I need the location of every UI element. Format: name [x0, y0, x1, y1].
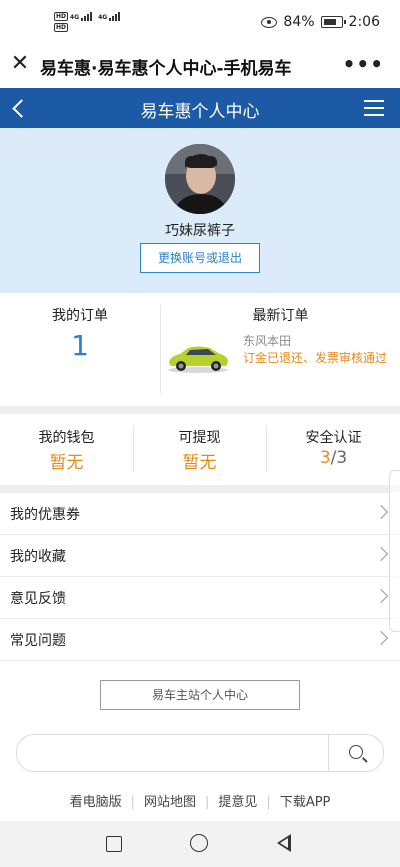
divider — [328, 735, 329, 771]
signal-icon-2 — [109, 12, 121, 21]
list-item-faq[interactable]: 常见问题 — [0, 619, 400, 661]
order-status: 订金已退还、发票审核通过 — [243, 351, 388, 365]
search-bar — [16, 734, 384, 772]
menu-icon[interactable] — [364, 100, 384, 116]
status-right: 84% 2:06 — [261, 14, 380, 30]
signal-icon — [81, 12, 93, 21]
security-value: 3/3 — [319, 448, 348, 468]
withdrawable-item[interactable]: 可提现 暂无 — [133, 414, 266, 485]
wallet-section: 我的钱包 暂无 可提现 暂无 安全认证 3/3 — [0, 414, 400, 485]
wallet-value: 暂无 — [49, 453, 84, 473]
list-item-feedback[interactable]: 意见反馈 — [0, 577, 400, 619]
browser-bar: ✕ 易车惠·易车惠个人中心-手机易车 ••• — [0, 44, 400, 88]
link-feedback[interactable]: 提意见 — [218, 795, 257, 810]
side-scroll-handle[interactable] — [389, 470, 400, 632]
withdrawable-label: 可提现 — [178, 430, 221, 446]
my-orders-count: 1 — [71, 329, 89, 362]
latest-order-label: 最新订单 — [252, 308, 309, 324]
nav-bar: 易车惠个人中心 — [0, 88, 400, 128]
recent-apps-icon[interactable] — [106, 836, 122, 852]
my-orders-label: 我的订单 — [52, 308, 108, 324]
switch-account-button[interactable]: 更换账号或退出 — [140, 243, 260, 273]
section-gap — [0, 485, 400, 493]
orders-section: 我的订单 1 最新订单 东风本田 订金已退还、发票审核通过 — [0, 293, 400, 406]
link-site-map[interactable]: 网站地图 — [144, 795, 196, 810]
chevron-right-icon — [373, 546, 389, 562]
signal-indicators: HD 4G 4G HD — [54, 12, 121, 32]
chevron-right-icon — [373, 588, 389, 604]
nav-title: 易车惠个人中心 — [140, 102, 260, 122]
security-label: 安全认证 — [305, 430, 362, 446]
list-item-favorites[interactable]: 我的收藏 — [0, 535, 400, 577]
menu-list: 我的优惠券 我的收藏 意见反馈 常见问题 — [0, 493, 400, 661]
search-icon[interactable] — [349, 745, 363, 759]
page-title: 易车惠·易车惠个人中心-手机易车 — [40, 59, 292, 79]
footer-links: 看电脑版 | 网站地图 | 提意见 | 下载APP — [69, 795, 331, 810]
search-input[interactable] — [33, 741, 317, 765]
system-nav-bar — [0, 821, 400, 867]
wallet-label: 我的钱包 — [38, 430, 95, 446]
main-site-button[interactable]: 易车主站个人中心 — [100, 680, 300, 710]
wallet-item[interactable]: 我的钱包 暂无 — [0, 414, 133, 485]
more-icon[interactable]: ••• — [343, 52, 384, 76]
car-image[interactable] — [166, 341, 230, 373]
link-desktop-version[interactable]: 看电脑版 — [70, 795, 122, 810]
security-item[interactable]: 安全认证 3/3 — [267, 414, 400, 485]
back-nav-icon[interactable] — [277, 834, 291, 852]
section-gap — [0, 406, 400, 414]
battery-icon — [320, 16, 346, 28]
list-item-coupons[interactable]: 我的优惠券 — [0, 493, 400, 535]
withdrawable-value: 暂无 — [182, 453, 217, 473]
clock: 2:06 — [348, 14, 380, 30]
status-bar: HD 4G 4G HD 84% 2:06 — [0, 0, 400, 44]
chevron-right-icon — [373, 630, 389, 646]
battery-percent: 84% — [283, 14, 315, 30]
sim-status: HD 4G 4G HD — [54, 12, 121, 32]
profile-section: 巧妹尿裤子 更换账号或退出 — [0, 128, 400, 293]
username: 巧妹尿裤子 — [165, 223, 235, 239]
close-icon[interactable]: ✕ — [10, 53, 30, 75]
home-icon[interactable] — [190, 834, 208, 852]
link-download-app[interactable]: 下载APP — [280, 795, 331, 810]
my-orders[interactable]: 我的订单 1 — [0, 293, 160, 406]
eye-icon — [261, 16, 278, 28]
avatar[interactable] — [165, 144, 235, 214]
chevron-right-icon — [373, 504, 389, 520]
car-brand: 东风本田 — [243, 334, 292, 348]
